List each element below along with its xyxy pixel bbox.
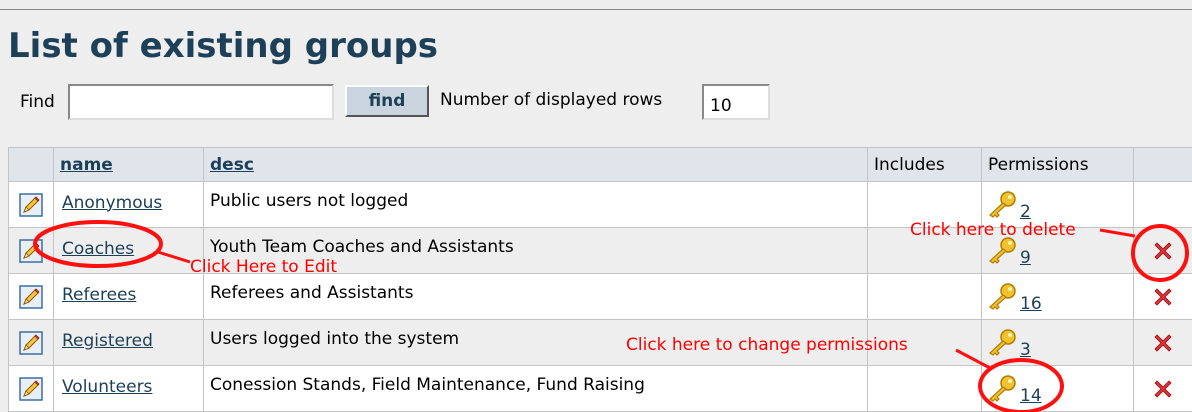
key-icon[interactable]	[986, 328, 1018, 356]
find-label: Find	[20, 92, 55, 112]
group-name-link[interactable]: Volunteers	[54, 377, 203, 397]
key-icon[interactable]	[986, 374, 1018, 402]
delete-cell	[1133, 365, 1192, 412]
annotation-edit: Click Here to Edit	[190, 257, 338, 277]
header-name[interactable]: name	[53, 147, 204, 182]
groups-table: name desc Includes Permissions Anonymous…	[8, 147, 1192, 412]
permissions-cell: 3	[981, 319, 1134, 366]
permissions-link[interactable]: 14	[986, 374, 1042, 406]
delete-cell	[1133, 273, 1192, 320]
rows-label: Number of displayed rows	[440, 90, 663, 110]
key-icon[interactable]	[986, 236, 1018, 264]
pencil-icon[interactable]	[19, 192, 43, 217]
permissions-link[interactable]: 16	[986, 282, 1042, 314]
includes-cell	[867, 273, 982, 320]
header-desc-label[interactable]: desc	[210, 155, 254, 175]
name-cell: Anonymous	[53, 181, 204, 228]
delete-cell	[1133, 227, 1192, 274]
permissions-link[interactable]: 3	[986, 328, 1031, 360]
group-description: Youth Team Coaches and Assistants	[210, 236, 514, 257]
delete-cell	[1133, 181, 1192, 228]
permissions-count[interactable]: 16	[1020, 294, 1042, 314]
delete-x-icon[interactable]	[1152, 286, 1174, 308]
permissions-cell: 14	[981, 365, 1134, 412]
table-row: Volunteers Conession Stands, Field Mainte…	[8, 365, 1192, 412]
permissions-count[interactable]: 3	[1020, 340, 1031, 360]
edit-cell	[8, 319, 54, 366]
permissions-link[interactable]: 9	[986, 236, 1031, 268]
permissions-count[interactable]: 2	[1020, 202, 1031, 222]
find-button[interactable]: find	[345, 85, 429, 117]
edit-cell	[8, 273, 54, 320]
delete-cell	[1133, 319, 1192, 366]
group-description: Users logged into the system	[210, 328, 460, 349]
key-icon[interactable]	[986, 282, 1018, 310]
name-cell: Volunteers	[53, 365, 204, 412]
group-description: Conession Stands, Field Maintenance, Fun…	[210, 374, 645, 395]
permissions-count[interactable]: 9	[1020, 248, 1031, 268]
header-includes: Includes	[867, 147, 982, 182]
table-header-row: name desc Includes Permissions	[8, 147, 1192, 182]
header-name-label[interactable]: name	[60, 155, 113, 175]
delete-x-icon[interactable]	[1152, 240, 1174, 262]
pencil-icon[interactable]	[19, 284, 43, 309]
permissions-cell: 16	[981, 273, 1134, 320]
group-name-link[interactable]: Coaches	[54, 239, 203, 259]
edit-cell	[8, 227, 54, 274]
pencil-icon[interactable]	[19, 330, 43, 355]
rows-input[interactable]	[702, 84, 770, 120]
annotation-permissions: Click here to change permissions	[626, 335, 908, 355]
find-input[interactable]	[68, 84, 334, 120]
name-cell: Referees	[53, 273, 204, 320]
group-name-link[interactable]: Anonymous	[54, 193, 203, 213]
group-description: Referees and Assistants	[210, 282, 414, 303]
permissions-link[interactable]: 2	[986, 190, 1031, 222]
page-title: List of existing groups	[8, 26, 439, 66]
includes-cell	[867, 365, 982, 412]
group-description: Public users not logged	[210, 190, 409, 211]
delete-x-icon[interactable]	[1152, 378, 1174, 400]
annotation-delete: Click here to delete	[910, 220, 1076, 240]
group-name-link[interactable]: Registered	[54, 331, 203, 351]
permissions-count[interactable]: 14	[1020, 386, 1042, 406]
edit-cell	[8, 365, 54, 412]
delete-x-icon[interactable]	[1152, 332, 1174, 354]
table-row: Referees Referees and Assistants 16	[8, 273, 1192, 320]
header-edit	[8, 147, 54, 182]
header-delete	[1133, 147, 1192, 182]
top-divider	[0, 9, 1192, 10]
pencil-icon[interactable]	[19, 238, 43, 263]
desc-cell: Referees and Assistants	[203, 273, 868, 320]
group-name-link[interactable]: Referees	[54, 285, 203, 305]
pencil-icon[interactable]	[19, 376, 43, 401]
key-icon[interactable]	[986, 190, 1018, 218]
edit-cell	[8, 181, 54, 228]
table-row: Registered Users logged into the system 3	[8, 319, 1192, 366]
name-cell: Coaches	[53, 227, 204, 274]
header-desc[interactable]: desc	[203, 147, 868, 182]
desc-cell: Public users not logged	[203, 181, 868, 228]
header-permissions: Permissions	[981, 147, 1134, 182]
desc-cell: Conession Stands, Field Maintenance, Fun…	[203, 365, 868, 412]
name-cell: Registered	[53, 319, 204, 366]
